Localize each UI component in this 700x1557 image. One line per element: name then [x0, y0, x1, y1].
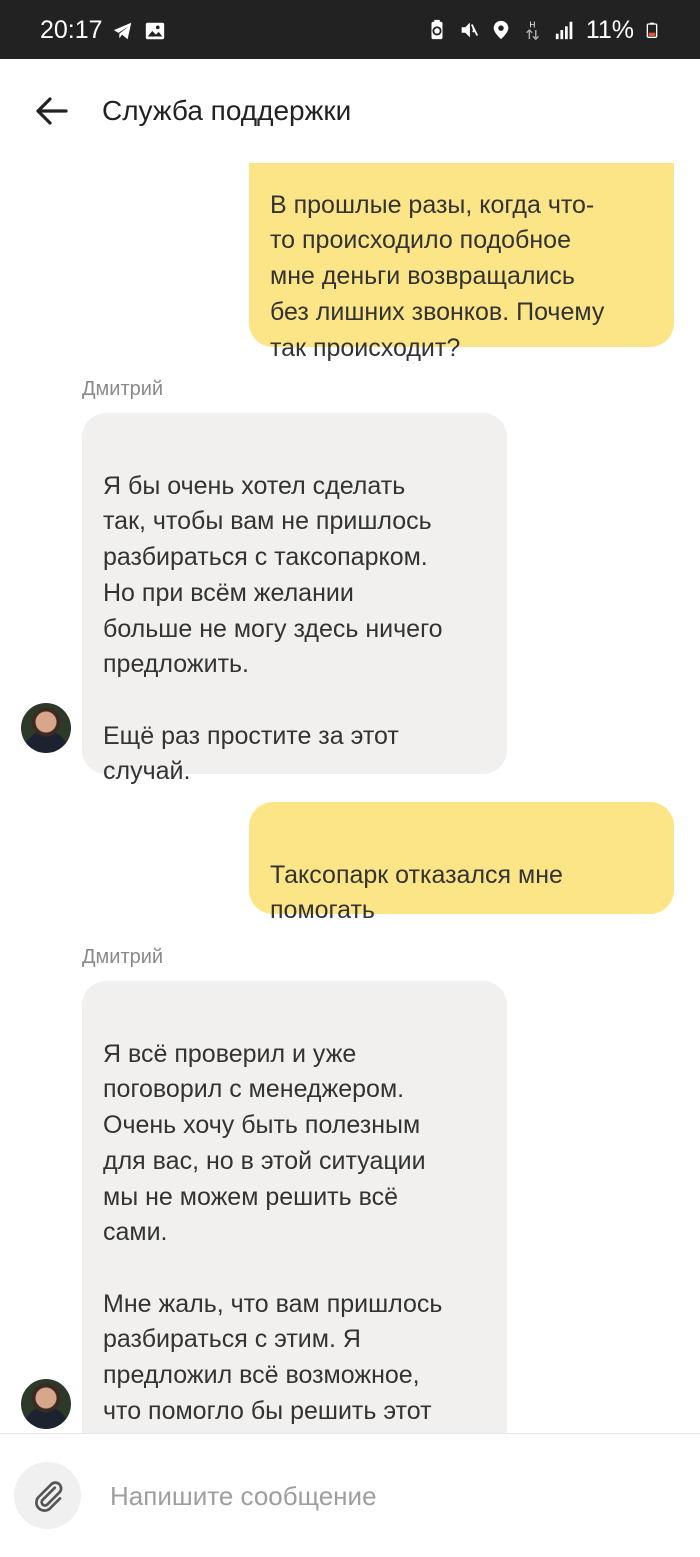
battery-saver-icon: [431, 19, 443, 40]
status-time: 20:17: [40, 16, 103, 44]
page-title: Служба поддержки: [102, 95, 352, 126]
location-icon: [493, 20, 509, 40]
message-composer: [0, 1433, 700, 1557]
chat-thread[interactable]: В прошлые разы, когда что- то происходил…: [0, 160, 700, 1433]
network-type-label: H: [529, 20, 535, 29]
gallery-icon: [145, 22, 165, 40]
incoming-message: Я всё проверил и уже поговорил с менедже…: [82, 981, 507, 1433]
incoming-message: Я бы очень хотел сделать так, чтобы вам …: [82, 413, 507, 785]
paperclip-icon: [34, 1480, 62, 1512]
sender-name: Дмитрий: [82, 946, 164, 968]
message-text: В прошлые разы, когда что- то происходил…: [270, 190, 605, 362]
agent-avatar: [21, 703, 71, 753]
status-right-icons: H 11%: [426, 15, 660, 45]
app-header: Служба поддержки: [0, 59, 700, 163]
telegram-icon: [113, 22, 132, 40]
battery-percent: 11%: [585, 16, 634, 44]
outgoing-message: В прошлые разы, когда что- то происходил…: [249, 160, 674, 362]
mute-icon: [461, 22, 478, 38]
back-button[interactable]: [32, 89, 72, 133]
message-input[interactable]: [108, 1472, 672, 1520]
message-text: Таксопарк отказался мне помогать: [270, 860, 563, 925]
attach-button[interactable]: [14, 1462, 81, 1529]
message-text: Я всё проверил и уже поговорил с менедже…: [103, 1039, 443, 1433]
arrow-left-icon: [36, 97, 68, 125]
outgoing-message: Таксопарк отказался мне помогать: [249, 802, 674, 924]
agent-avatar: [21, 1379, 71, 1429]
signal-icon: [555, 21, 573, 40]
battery-icon: [646, 22, 658, 38]
status-bar: 20:17 H 11%: [0, 0, 700, 59]
message-text: Я бы очень хотел сделать так, чтобы вам …: [103, 471, 443, 786]
sender-name: Дмитрий: [82, 378, 164, 400]
data-transfer-icon: H: [525, 20, 539, 41]
